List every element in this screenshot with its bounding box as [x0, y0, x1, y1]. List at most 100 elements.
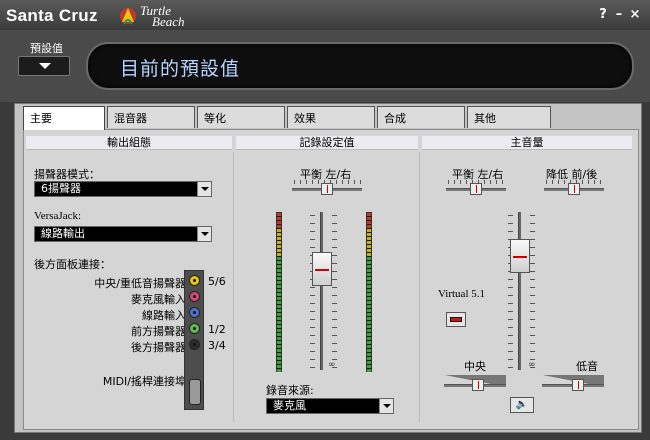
- tab-label: 等化: [204, 112, 226, 125]
- record-volume-track[interactable]: [320, 212, 323, 370]
- tab-eq[interactable]: 等化: [197, 106, 285, 128]
- jack-icon: [189, 323, 200, 334]
- center-volume-slider[interactable]: [444, 379, 506, 391]
- meter-segment: [367, 257, 371, 260]
- meter-segment: [367, 285, 371, 288]
- master-fade-slider[interactable]: [544, 183, 604, 195]
- meter-segment: [277, 317, 281, 320]
- speaker-mode-value: 6揚聲器: [41, 182, 81, 195]
- meter-segment: [367, 357, 371, 360]
- meter-segment: [367, 369, 371, 372]
- help-button[interactable]: ?: [596, 7, 610, 22]
- minimize-button[interactable]: –: [612, 7, 626, 22]
- meter-segment: [277, 365, 281, 368]
- meter-segment: [367, 281, 371, 284]
- meter-segment: [367, 297, 371, 300]
- meter-segment: [277, 337, 281, 340]
- master-volume-thumb[interactable]: [510, 239, 530, 273]
- meter-segment: [367, 317, 371, 320]
- tab-mixer[interactable]: 混音器: [107, 106, 195, 128]
- tab-synth[interactable]: 合成: [377, 106, 465, 128]
- record-source-label: 錄音來源:: [266, 384, 314, 397]
- slider-thumb[interactable]: [472, 379, 484, 391]
- meter-segment: [367, 341, 371, 344]
- meter-segment: [367, 233, 371, 236]
- meter-segment: [277, 301, 281, 304]
- tab-label: 其他: [474, 112, 496, 125]
- master-volume-track[interactable]: [518, 212, 521, 370]
- meter-segment: [277, 233, 281, 236]
- meter-segment: [277, 245, 281, 248]
- meter-segment: [277, 229, 281, 232]
- connection-channel-0: 5/6: [208, 275, 226, 288]
- chevron-down-icon[interactable]: [197, 227, 211, 241]
- meter-segment: [277, 293, 281, 296]
- main-panel: 主要 混音器 等化 效果 合成 其他 輸出組態 記錄設定值 主音量 揚聲器模式：…: [14, 103, 642, 433]
- record-source-value: 麥克風: [273, 399, 306, 412]
- brand-title: Santa Cruz: [6, 6, 98, 25]
- jack-icon: [189, 339, 200, 350]
- meter-segment: [367, 293, 371, 296]
- mute-button[interactable]: 🔈: [510, 397, 534, 413]
- record-balance-slider[interactable]: [292, 183, 362, 195]
- meter-segment: [367, 337, 371, 340]
- title-bar: Santa Cruz Turtle Beach ? – ×: [0, 0, 650, 30]
- connection-channel-4: 3/4: [208, 339, 226, 352]
- connection-label-0: 中央/重低音揚聲器: [94, 277, 186, 290]
- record-volume-thumb[interactable]: [312, 252, 332, 286]
- divider: [419, 152, 420, 422]
- tab-main[interactable]: 主要: [23, 106, 105, 130]
- meter-segment: [277, 277, 281, 280]
- output-config-header: 輸出組態: [26, 136, 232, 150]
- meter-segment: [367, 353, 371, 356]
- meter-segment: [277, 265, 281, 268]
- slider-thumb[interactable]: [568, 183, 580, 195]
- divider: [233, 152, 234, 422]
- virtual-51-toggle[interactable]: [446, 312, 466, 327]
- meter-segment: [277, 333, 281, 336]
- meter-segment: [367, 273, 371, 276]
- midi-port-icon: [189, 379, 201, 405]
- meter-segment: [277, 261, 281, 264]
- chevron-down-icon[interactable]: [379, 399, 393, 413]
- rear-panel-label: 後方面板連接：: [34, 258, 111, 271]
- connection-label-4: 後方揚聲器: [131, 341, 186, 354]
- preset-dropdown-button[interactable]: [18, 56, 70, 76]
- preset-area: 預設值 目前的預設值: [0, 30, 650, 102]
- speaker-mode-select[interactable]: 6揚聲器: [34, 181, 212, 197]
- tick-marks: [310, 212, 315, 368]
- meter-segment: [277, 221, 281, 224]
- meter-segment: [367, 249, 371, 252]
- tab-other[interactable]: 其他: [467, 106, 551, 128]
- tab-label: 主要: [30, 112, 52, 125]
- versajack-label: VersaJack:: [34, 210, 82, 222]
- slider-thumb[interactable]: [470, 183, 482, 195]
- versajack-value: 線路輸出: [41, 227, 85, 240]
- close-button[interactable]: ×: [628, 7, 642, 22]
- master-balance-slider[interactable]: [446, 183, 506, 195]
- meter-segment: [367, 325, 371, 328]
- record-source-select[interactable]: 麥克風: [266, 398, 394, 414]
- record-settings-header: 記錄設定值: [236, 136, 418, 150]
- slider-thumb[interactable]: [321, 183, 333, 195]
- master-volume-header: 主音量: [422, 136, 632, 150]
- meter-segment: [277, 257, 281, 260]
- connection-label-2: 線路輸入: [142, 309, 186, 322]
- tab-content: 輸出組態 記錄設定值 主音量 揚聲器模式： 6揚聲器 VersaJack: 線路…: [23, 129, 639, 430]
- meter-segment: [277, 237, 281, 240]
- meter-segment: [277, 345, 281, 348]
- preset-display: 目前的預設值: [86, 42, 634, 90]
- jack-icon: [189, 307, 200, 318]
- connection-label-3: 前方揚聲器: [131, 325, 186, 338]
- slider-thumb[interactable]: [572, 379, 584, 391]
- sub-volume-slider[interactable]: [542, 379, 604, 391]
- meter-segment: [367, 265, 371, 268]
- meter-segment: [367, 253, 371, 256]
- versajack-select[interactable]: 線路輸出: [34, 226, 212, 242]
- meter-segment: [367, 269, 371, 272]
- rear-jack-panel: [184, 270, 204, 410]
- chevron-down-icon[interactable]: [197, 182, 211, 196]
- tab-effects[interactable]: 效果: [287, 106, 375, 128]
- meter-segment: [367, 213, 371, 216]
- virtual-51-label: Virtual 5.1: [438, 288, 485, 300]
